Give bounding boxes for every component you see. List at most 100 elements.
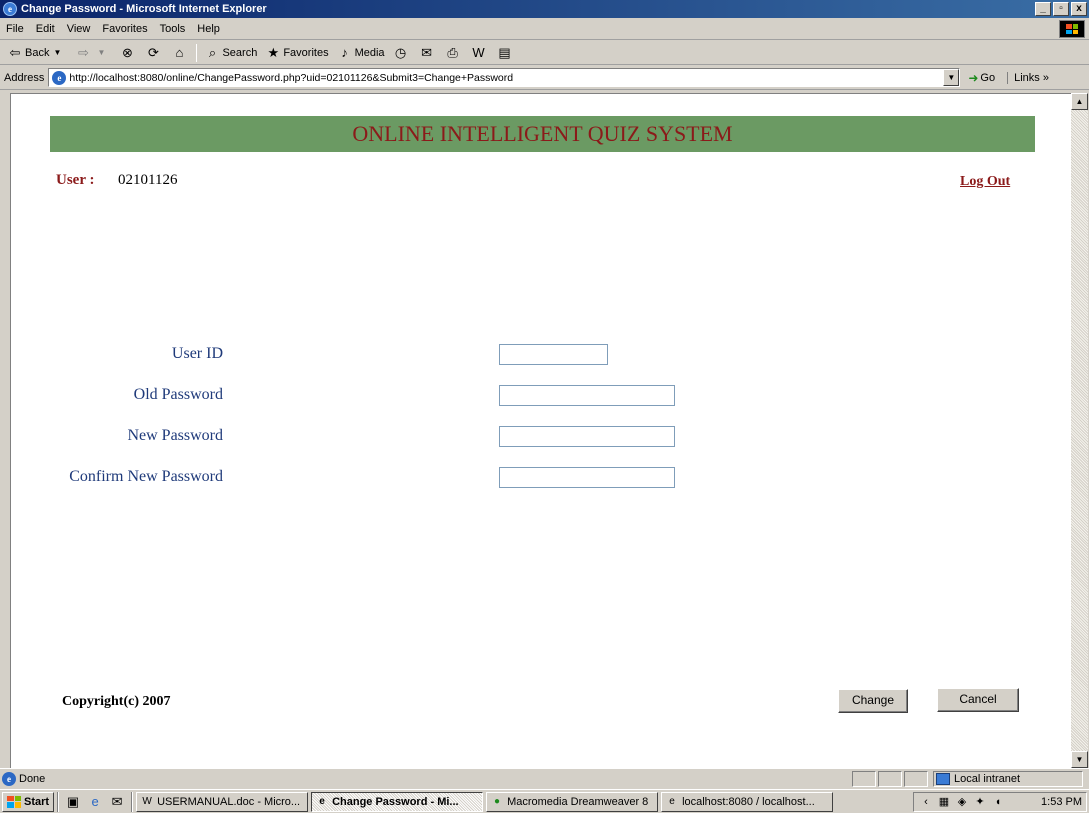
taskbar-divider [131, 791, 134, 812]
address-bar: Address e http://localhost:8080/online/C… [0, 66, 1089, 90]
ie-icon[interactable]: e [86, 793, 104, 811]
favorites-button[interactable]: ★ Favorites [261, 42, 332, 64]
site-banner: ONLINE INTELLIGENT QUIZ SYSTEM [50, 116, 1035, 152]
taskbar-divider [57, 791, 60, 812]
network-icon[interactable]: ▦ [936, 794, 952, 810]
task-label: USERMANUAL.doc - Micro... [157, 795, 301, 808]
go-label: Go [980, 71, 996, 84]
address-url[interactable]: http://localhost:8080/online/ChangePassw… [69, 72, 513, 84]
confirm-password-label: Confirm New Password [69, 468, 223, 485]
show-desktop-icon[interactable]: ▣ [64, 793, 82, 811]
toolbar: ⇦ Back ▼ ⇨ ▼ ⊗ ⟳ ⌂ ⌕ Search ★ Favorites … [0, 41, 1089, 65]
minimize-button[interactable]: _ [1035, 2, 1051, 16]
windows-logo-icon [7, 795, 21, 808]
media-icon: ♪ [341, 44, 348, 60]
go-arrow-icon: ➜ [968, 70, 979, 85]
task-label: Change Password - Mi... [332, 795, 459, 808]
user-label: User : [56, 172, 95, 188]
print-button[interactable]: ⎙ [441, 42, 467, 64]
word-icon: W [472, 44, 485, 60]
task-label: Macromedia Dreamweaver 8 [507, 795, 649, 808]
search-label: Search [222, 46, 258, 59]
new-password-row: New Password [11, 425, 811, 447]
discuss-button[interactable]: ▤ [493, 42, 519, 64]
links-label: Links [1014, 71, 1040, 84]
favorites-icon: ★ [267, 44, 280, 60]
mail-button[interactable]: ✉ [415, 42, 441, 64]
menu-edit[interactable]: Edit [30, 23, 61, 35]
scroll-up-icon[interactable]: ▲ [1071, 93, 1088, 110]
task-change-password[interactable]: e Change Password - Mi... [311, 791, 484, 812]
back-arrow-icon: ⇦ [9, 44, 21, 60]
forward-button[interactable]: ⇨ ▼ [71, 42, 115, 64]
ie-icon: e [3, 2, 17, 16]
search-button[interactable]: ⌕ Search [200, 42, 261, 64]
refresh-button[interactable]: ⟳ [141, 42, 167, 64]
dropdown-arrow-icon[interactable]: ▼ [49, 45, 65, 61]
task-dreamweaver[interactable]: ● Macromedia Dreamweaver 8 [486, 791, 659, 812]
dropdown-arrow-icon[interactable]: ▼ [93, 45, 109, 61]
address-dropdown-icon[interactable]: ▼ [943, 69, 960, 86]
menu-bar: File Edit View Favorites Tools Help [0, 18, 1089, 40]
scroll-down-icon[interactable]: ▼ [1071, 751, 1088, 768]
address-label: Address [4, 71, 45, 84]
back-arrow-icon[interactable]: ‹ [918, 794, 934, 810]
window-title: Change Password - Microsoft Internet Exp… [21, 3, 267, 15]
mail-icon: ✉ [421, 44, 432, 60]
restore-button[interactable]: ▫ [1053, 2, 1069, 16]
history-button[interactable]: ◷ [389, 42, 415, 64]
task-label: localhost:8080 / localhost... [682, 795, 815, 808]
forward-arrow-icon: ⇨ [78, 44, 89, 60]
logout-link[interactable]: Log Out [960, 174, 1010, 190]
start-button[interactable]: Start [2, 791, 55, 812]
stop-button[interactable]: ⊗ [115, 42, 141, 64]
status-panel [904, 771, 928, 787]
user-id-row: User ID [11, 343, 811, 365]
print-icon: ⎙ [447, 44, 458, 60]
ie-icon: e [669, 795, 675, 807]
user-id-field[interactable] [499, 344, 608, 365]
page-viewport: ONLINE INTELLIGENT QUIZ SYSTEM User : 02… [10, 93, 1071, 768]
address-input[interactable]: e http://localhost:8080/online/ChangePas… [48, 68, 961, 87]
task-usermanual[interactable]: W USERMANUAL.doc - Micro... [136, 791, 309, 812]
old-password-row: Old Password [11, 384, 811, 406]
go-button[interactable]: ➜ Go [968, 71, 995, 85]
back-label: Back [25, 46, 50, 59]
status-panels [852, 771, 930, 787]
new-password-field[interactable] [499, 426, 675, 447]
volume-icon[interactable]: ◖ [990, 794, 1006, 810]
refresh-icon: ⟳ [148, 44, 159, 60]
close-button[interactable]: x [1071, 2, 1087, 16]
menu-tools[interactable]: Tools [154, 23, 192, 35]
change-button[interactable]: Change [838, 689, 908, 713]
taskbar: Start ▣ e ✉ W USERMANUAL.doc - Micro... … [0, 789, 1089, 813]
system-tray: ‹ ▦ ◈ ✦ ◖ 1:53 PM [913, 792, 1087, 812]
home-button[interactable]: ⌂ [167, 42, 193, 64]
media-button[interactable]: ♪ Media [333, 42, 389, 64]
user-id-display: 02101126 [118, 172, 178, 188]
tray-app-icon[interactable]: ◈ [954, 794, 970, 810]
clock: 1:53 PM [1041, 796, 1082, 808]
edit-button[interactable]: W [467, 42, 493, 64]
links-button[interactable]: Links » [1007, 71, 1049, 84]
status-panel [852, 771, 876, 787]
confirm-password-row: Confirm New Password [11, 466, 811, 488]
page-icon: e [52, 70, 67, 85]
toolbar-separator [196, 43, 198, 62]
menu-file[interactable]: File [0, 23, 30, 35]
vertical-scrollbar[interactable]: ▲ ▼ [1071, 93, 1088, 768]
tray-app-icon[interactable]: ✦ [972, 794, 988, 810]
start-label: Start [24, 795, 50, 808]
menu-favorites[interactable]: Favorites [96, 23, 153, 35]
menu-help[interactable]: Help [191, 23, 226, 35]
back-button[interactable]: ⇦ Back ▼ [3, 42, 71, 64]
cancel-button[interactable]: Cancel [937, 688, 1019, 712]
search-icon: ⌕ [208, 44, 217, 60]
menu-view[interactable]: View [61, 23, 97, 35]
task-localhost[interactable]: e localhost:8080 / localhost... [661, 791, 834, 812]
outlook-icon[interactable]: ✉ [108, 793, 126, 811]
confirm-password-field[interactable] [499, 467, 675, 488]
title-bar: e Change Password - Microsoft Internet E… [0, 0, 1089, 18]
old-password-field[interactable] [499, 385, 675, 406]
windows-logo-icon [1059, 20, 1085, 38]
